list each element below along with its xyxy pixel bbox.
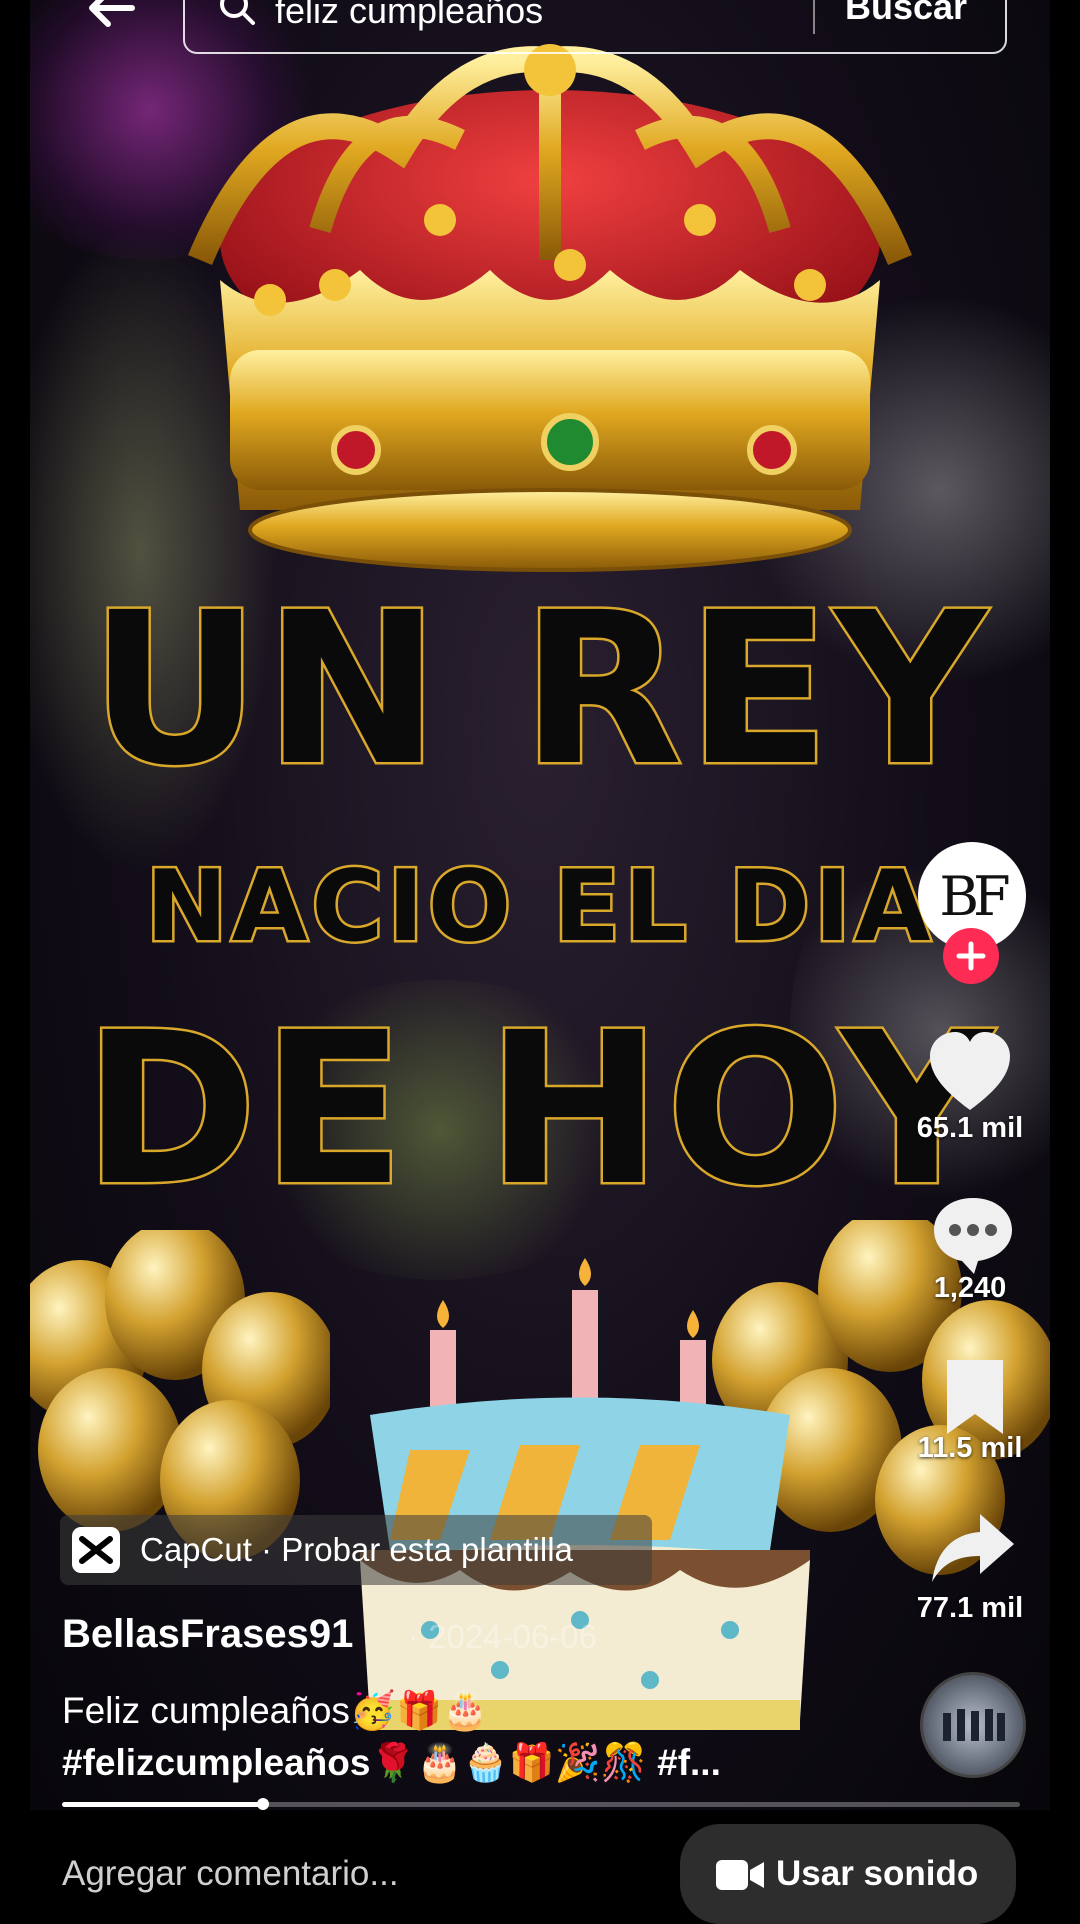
use-sound-button[interactable]: Usar sonido [680,1824,1016,1924]
comment-input[interactable]: Agregar comentario... [62,1854,399,1894]
heart-icon [930,1032,1010,1110]
save-count: 11.5 mil [917,1432,1023,1464]
avatar-logo-text: BF [939,865,1010,928]
caption-line-1: Feliz cumpleaños🥳🎁🎂 [62,1690,489,1731]
video-progress-fill [62,1802,264,1807]
video-title-line-3: DE HOY [81,987,997,1232]
capcut-logo-icon [72,1527,120,1573]
caption-hashtags[interactable]: #felizcumpleaños🌹🎂🧁🎁🎉🎊 #f... [62,1742,721,1785]
capcut-template-label: CapCut · Probar esta plantilla [140,1531,573,1568]
video-progress-bar[interactable] [62,1798,1020,1810]
search-input[interactable]: feliz cumpleaños Buscar [183,0,1007,54]
share-arrow-icon [932,1514,1014,1582]
birthday-cake-illustration [360,1258,810,1730]
use-sound-label: Usar sonido [776,1854,979,1893]
author-username[interactable]: BellasFrases91 [62,1612,353,1657]
back-arrow-icon [89,0,135,27]
crown-illustration [188,44,912,572]
video-title-line-2: NACIO EL DIA [143,850,935,965]
like-count: 65.1 mil [916,1112,1024,1144]
like-button[interactable] [920,1022,1020,1122]
comment-button[interactable] [928,1190,1018,1280]
video-title-line-1: UN REY [87,567,991,812]
search-button[interactable]: Buscar [845,0,967,28]
save-button[interactable] [935,1352,1015,1442]
share-count: 77.1 mil [916,1592,1024,1624]
back-button[interactable] [80,0,140,42]
top-search-bar: feliz cumpleaños Buscar [0,0,1080,70]
search-icon [220,0,255,25]
bottom-bar: Agregar comentario... Usar sonido [0,1810,1080,1924]
capcut-template-banner[interactable]: CapCut · Probar esta plantilla [60,1515,652,1585]
search-divider [813,0,815,34]
post-date: · 2024-06-06 [408,1618,597,1655]
plus-icon [956,941,986,971]
share-button[interactable] [928,1508,1018,1588]
search-query-text: feliz cumpleaños [275,0,544,31]
comment-count: 1,240 [933,1272,1007,1304]
video-camera-icon [716,1860,764,1890]
bookmark-icon [947,1360,1003,1434]
music-disc-cover-icon [943,1709,1005,1741]
music-disc[interactable] [920,1672,1026,1778]
comment-bubble-icon [934,1198,1012,1274]
follow-button[interactable] [943,928,999,984]
